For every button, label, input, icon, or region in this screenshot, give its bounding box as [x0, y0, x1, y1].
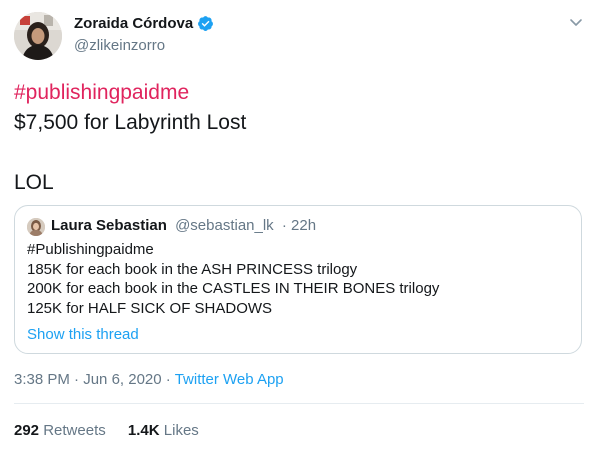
- author-name[interactable]: Zoraida Córdova: [74, 15, 214, 32]
- author-avatar[interactable]: [14, 12, 62, 60]
- verified-badge-icon: [197, 15, 214, 32]
- tweet-date[interactable]: Jun 6, 2020: [83, 371, 161, 388]
- quoted-author-handle: @sebastian_lk: [175, 217, 274, 234]
- tweet-stats: 292 Retweets 1.4K Likes: [14, 422, 217, 439]
- quoted-tweet-text: #Publishingpaidme 185K for each book in …: [27, 240, 439, 318]
- tweet-text-line: $7,500 for Labyrinth Lost: [14, 111, 247, 134]
- tweet-source-link[interactable]: Twitter Web App: [175, 371, 284, 388]
- separator-dot: ·: [165, 371, 171, 388]
- quoted-author-name: Laura Sebastian: [51, 217, 167, 234]
- quoted-tweet-line: 185K for each book in the ASH PRINCESS t…: [27, 260, 358, 278]
- quoted-tweet-line: 125K for HALF SICK OF SHADOWS: [27, 299, 273, 317]
- likes-count: 1.4K: [127, 422, 160, 439]
- likes-stat[interactable]: 1.4K Likes: [128, 422, 199, 439]
- author-name-text[interactable]: Zoraida Córdova: [74, 15, 193, 32]
- show-thread-link[interactable]: Show this thread: [27, 326, 139, 343]
- quoted-tweet-line: 200K for each book in the CASTLES IN THE…: [27, 280, 440, 297]
- quoted-tweet-line: #Publishingpaidme: [27, 241, 154, 258]
- hashtag-link[interactable]: #publishingpaidme: [14, 78, 582, 108]
- chevron-down-icon[interactable]: [568, 14, 584, 30]
- quoted-tweet[interactable]: Laura Sebastian @sebastian_lk · 22h #Pub…: [14, 205, 582, 354]
- divider: [14, 403, 584, 404]
- quoted-tweet-time: · 22h: [281, 217, 317, 234]
- quoted-author-avatar: [27, 218, 45, 236]
- tweet-text: #publishingpaidme $7,500 for Labyrinth L…: [14, 78, 582, 198]
- author-handle[interactable]: @zlikeinzorro: [74, 37, 165, 54]
- retweets-count: 292: [14, 422, 40, 439]
- tweet-metadata: 3:38 PM · Jun 6, 2020 · Twitter Web App: [14, 371, 284, 388]
- tweet-text-line: LOL: [14, 171, 54, 194]
- retweets-label: Retweets: [43, 422, 106, 439]
- quoted-tweet-header: Laura Sebastian @sebastian_lk · 22h: [51, 216, 316, 236]
- retweets-stat[interactable]: 292 Retweets: [14, 422, 106, 439]
- tweet-time[interactable]: 3:38 PM: [14, 371, 70, 388]
- likes-label: Likes: [163, 422, 199, 439]
- tweet-card: Zoraida Córdova @zlikeinzorro #publishin…: [0, 0, 598, 454]
- separator-dot: ·: [74, 371, 80, 388]
